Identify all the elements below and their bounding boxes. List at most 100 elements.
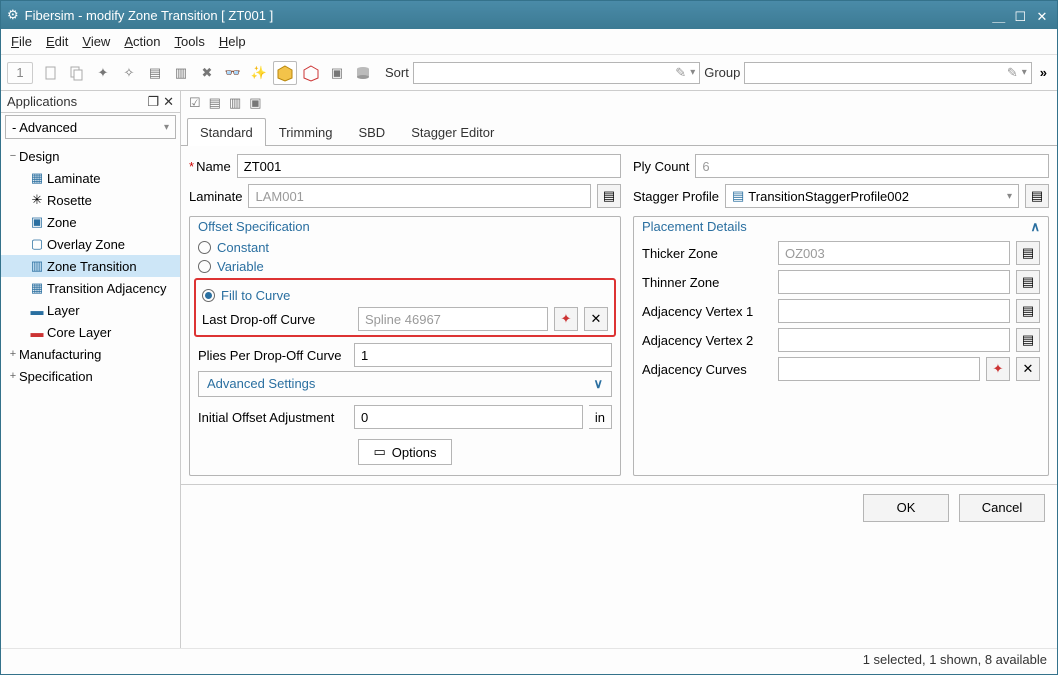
- close-button[interactable]: ✕: [1033, 9, 1051, 25]
- options-icon: ▭: [373, 444, 385, 460]
- placement-details-collapse-icon[interactable]: ∧: [1030, 219, 1040, 235]
- ok-button[interactable]: OK: [863, 494, 949, 522]
- group-combo[interactable]: ✎▾: [744, 62, 1031, 84]
- adjacency-curves-label: Adjacency Curves: [642, 362, 772, 377]
- tree-zone[interactable]: ▣Zone: [1, 211, 180, 233]
- applications-combo-label: - Advanced: [12, 120, 77, 135]
- tree-manufacturing[interactable]: +Manufacturing: [1, 343, 180, 365]
- menu-view[interactable]: View: [82, 34, 110, 49]
- window-title: Fibersim - modify Zone Transition [ ZT00…: [25, 8, 990, 23]
- sort-combo[interactable]: ✎▾: [413, 62, 700, 84]
- offset-specification-group: Offset Specification Constant Variable F…: [189, 216, 621, 476]
- laminate-browse-button[interactable]: ▤: [597, 184, 621, 208]
- initial-offset-label: Initial Offset Adjustment: [198, 410, 348, 425]
- thicker-zone-label: Thicker Zone: [642, 246, 772, 261]
- dialog-footer: OK Cancel: [181, 484, 1057, 530]
- app-icon: ⚙: [7, 7, 19, 23]
- doc-c-icon[interactable]: ▣: [249, 95, 261, 111]
- tab-sbd[interactable]: SBD: [345, 118, 398, 146]
- check-icon[interactable]: ☑: [189, 95, 201, 111]
- adjacency-vertex-1-browse-button[interactable]: ▤: [1016, 299, 1040, 323]
- window-icon[interactable]: ▣: [325, 61, 349, 85]
- thicker-zone-input: [778, 241, 1010, 265]
- doc-b-icon[interactable]: ▥: [229, 95, 241, 111]
- adjacency-curves-input[interactable]: [778, 357, 980, 381]
- applications-combo[interactable]: - Advanced ▾: [5, 115, 176, 139]
- panel-close-icon[interactable]: ✕: [163, 94, 174, 110]
- plycount-input: [695, 154, 1049, 178]
- cancel-button[interactable]: Cancel: [959, 494, 1045, 522]
- tab-trimming[interactable]: Trimming: [266, 118, 346, 146]
- offset-spec-header: Offset Specification: [198, 219, 612, 234]
- tree-rosette[interactable]: ✳Rosette: [1, 189, 180, 211]
- menu-tools[interactable]: Tools: [174, 34, 204, 49]
- tree-specification[interactable]: +Specification: [1, 365, 180, 387]
- db-icon[interactable]: [351, 61, 375, 85]
- maximize-button[interactable]: ☐: [1011, 9, 1029, 25]
- menu-edit[interactable]: Edit: [46, 34, 68, 49]
- adjacency-vertex-2-browse-button[interactable]: ▤: [1016, 328, 1040, 352]
- placement-details-group: Placement Details ∧ Thicker Zone ▤ Thinn…: [633, 216, 1049, 476]
- tree-overlay-zone[interactable]: ▢Overlay Zone: [1, 233, 180, 255]
- cube-solid-icon[interactable]: [273, 61, 297, 85]
- minimize-button[interactable]: ＿: [990, 6, 1008, 25]
- sort-label: Sort: [385, 65, 409, 80]
- advanced-settings-toggle[interactable]: Advanced Settings∨: [198, 371, 612, 397]
- tab-bar: Standard Trimming SBD Stagger Editor: [181, 117, 1057, 146]
- main-panel: ☑ ▤ ▥ ▣ Standard Trimming SBD Stagger Ed…: [181, 91, 1057, 648]
- adjacency-vertex-1-label: Adjacency Vertex 1: [642, 304, 772, 319]
- adjacency-vertex-1-input[interactable]: [778, 299, 1010, 323]
- doc2-icon[interactable]: ▥: [169, 61, 193, 85]
- tree-transition-adjacency[interactable]: ▦Transition Adjacency: [1, 277, 180, 299]
- placement-details-header: Placement Details: [642, 219, 747, 235]
- new-icon[interactable]: [39, 61, 63, 85]
- menu-file[interactable]: File: [11, 34, 32, 49]
- cube-wire-icon[interactable]: [299, 61, 323, 85]
- tree-layer[interactable]: ▬Layer: [1, 299, 180, 321]
- tree-zone-transition[interactable]: ▥Zone Transition: [1, 255, 180, 277]
- menu-action[interactable]: Action: [124, 34, 160, 49]
- wand-icon[interactable]: ✨: [247, 61, 271, 85]
- tree-design[interactable]: −Design: [1, 145, 180, 167]
- toolbar-more[interactable]: »: [1036, 65, 1051, 80]
- copy-icon[interactable]: [65, 61, 89, 85]
- glasses-icon[interactable]: 👓: [221, 61, 245, 85]
- name-input[interactable]: [237, 154, 621, 178]
- stagger-profile-combo[interactable]: ▤ TransitionStaggerProfile002 ▾: [725, 184, 1019, 208]
- radio-variable[interactable]: Variable: [198, 259, 612, 274]
- target-icon[interactable]: ✦: [91, 61, 115, 85]
- menu-bar: File Edit View Action Tools Help: [1, 29, 1057, 55]
- thinner-zone-input[interactable]: [778, 270, 1010, 294]
- target2-icon[interactable]: ✧: [117, 61, 141, 85]
- panel-popout-icon[interactable]: ❐: [147, 94, 159, 110]
- doc-a-icon[interactable]: ▤: [209, 95, 221, 111]
- tab-stagger-editor[interactable]: Stagger Editor: [398, 118, 507, 146]
- plies-per-dropoff-label: Plies Per Drop-Off Curve: [198, 348, 348, 363]
- tree-core-layer[interactable]: ▬Core Layer: [1, 321, 180, 343]
- thinner-zone-label: Thinner Zone: [642, 275, 772, 290]
- adjacency-curves-clear-button[interactable]: ✕: [1016, 357, 1040, 381]
- radio-fill-to-curve[interactable]: Fill to Curve: [202, 288, 608, 303]
- options-button[interactable]: ▭Options: [358, 439, 451, 465]
- clear-curve-button[interactable]: ✕: [584, 307, 608, 331]
- initial-offset-input[interactable]: [354, 405, 583, 429]
- plies-per-dropoff-input[interactable]: [354, 343, 612, 367]
- delete-icon[interactable]: ✖: [195, 61, 219, 85]
- stagger-profile-browse-button[interactable]: ▤: [1025, 184, 1049, 208]
- adjacency-vertex-2-input[interactable]: [778, 328, 1010, 352]
- thinner-zone-browse-button[interactable]: ▤: [1016, 270, 1040, 294]
- pick-curve-button[interactable]: ✦: [554, 307, 578, 331]
- adjacency-curves-pick-button[interactable]: ✦: [986, 357, 1010, 381]
- tree-laminate[interactable]: ▦Laminate: [1, 167, 180, 189]
- page-number[interactable]: 1: [7, 62, 33, 84]
- doc1-icon[interactable]: ▤: [143, 61, 167, 85]
- tab-standard[interactable]: Standard: [187, 118, 266, 146]
- stagger-profile-label: Stagger Profile: [633, 189, 719, 204]
- main-toolbar: 1 ✦ ✧ ▤ ▥ ✖ 👓 ✨ ▣ Sort ✎▾ Group ✎▾ »: [1, 55, 1057, 91]
- laminate-input: [248, 184, 591, 208]
- laminate-label: Laminate: [189, 189, 242, 204]
- thicker-zone-browse-button[interactable]: ▤: [1016, 241, 1040, 265]
- radio-constant[interactable]: Constant: [198, 240, 612, 255]
- plycount-label: Ply Count: [633, 159, 689, 174]
- menu-help[interactable]: Help: [219, 34, 246, 49]
